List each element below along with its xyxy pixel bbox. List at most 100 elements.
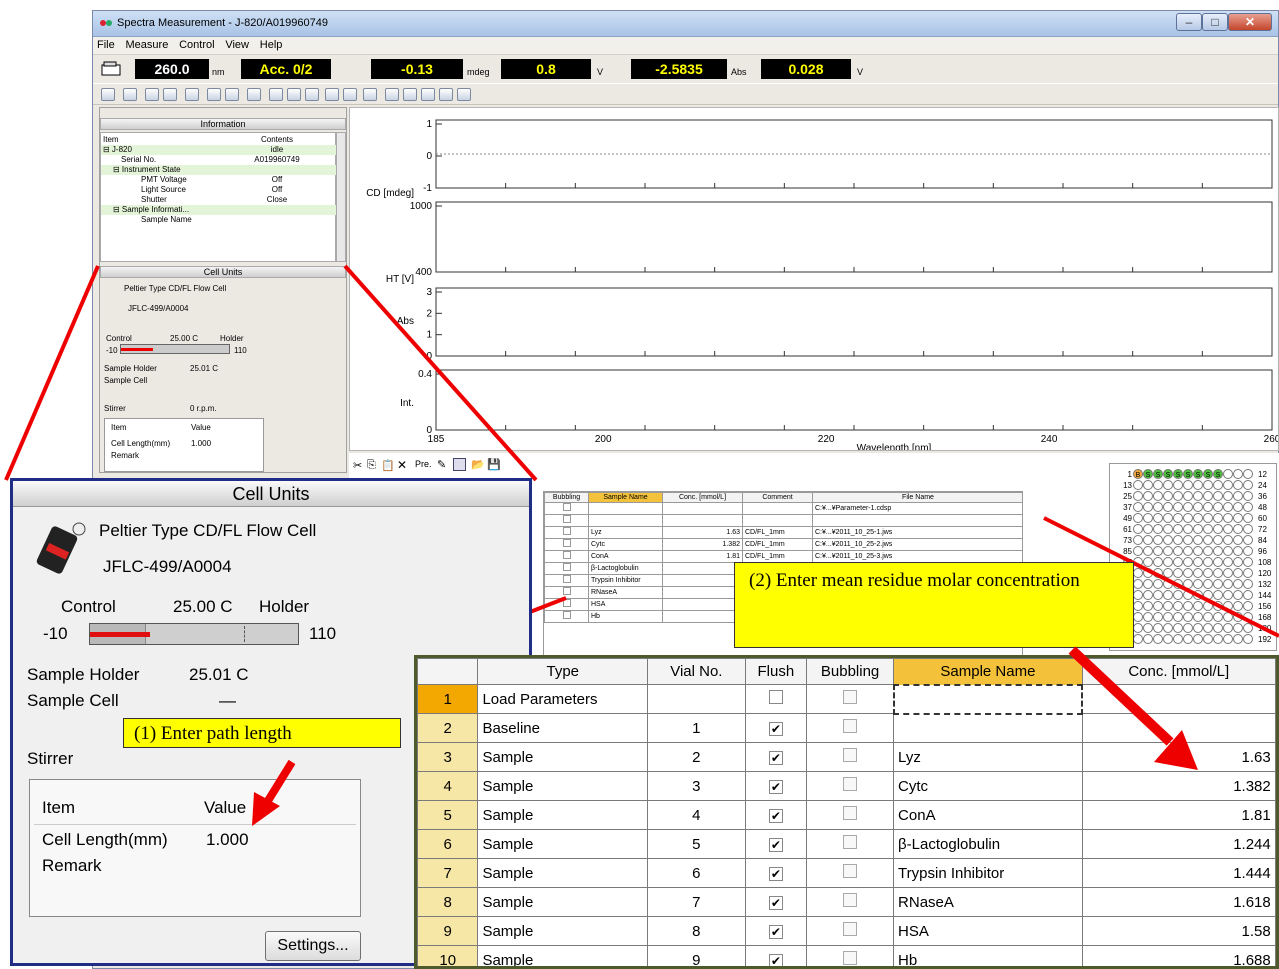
menu-file[interactable]: File	[93, 37, 119, 53]
bubbling-checkbox[interactable]	[843, 719, 858, 733]
bubbling-cell[interactable]	[806, 742, 895, 772]
plate-well[interactable]	[1243, 590, 1253, 600]
sample-name-cell[interactable]: RNaseA	[588, 586, 663, 599]
plate-well[interactable]	[1213, 491, 1223, 501]
baseline-icon[interactable]	[225, 88, 239, 101]
col-conc-big[interactable]: Conc. [mmol/L]	[1081, 658, 1276, 685]
flush-checkbox[interactable]: ✔	[768, 837, 783, 852]
bubbling-cell[interactable]	[806, 887, 895, 917]
plate-well[interactable]	[1223, 535, 1233, 545]
plate-well[interactable]	[1183, 480, 1193, 490]
plate-well[interactable]	[1133, 568, 1143, 578]
plate-well[interactable]	[1213, 557, 1223, 567]
plate-well[interactable]	[1183, 524, 1193, 534]
bubbling-cell[interactable]	[806, 916, 895, 946]
col-comment[interactable]: Comment	[742, 492, 813, 503]
plate-well[interactable]	[1163, 557, 1173, 567]
grid-icon[interactable]	[421, 88, 435, 101]
flush-cell[interactable]: ✔	[744, 713, 808, 743]
plate-well[interactable]	[1173, 491, 1183, 501]
plate-well[interactable]	[1223, 634, 1233, 644]
plate-well[interactable]	[1173, 612, 1183, 622]
plate-well[interactable]	[1173, 590, 1183, 600]
plate-well[interactable]	[1223, 513, 1233, 523]
plate-well[interactable]	[1163, 601, 1173, 611]
plate-well[interactable]	[1143, 590, 1153, 600]
sample-name-cell[interactable]	[588, 502, 663, 515]
conc-cell[interactable]	[662, 586, 743, 599]
plate-well[interactable]	[1163, 535, 1173, 545]
plate-well[interactable]	[1223, 612, 1233, 622]
bubbling-cell[interactable]	[806, 800, 895, 830]
bubbling-cell[interactable]	[544, 526, 589, 539]
plate-well[interactable]	[1143, 579, 1153, 589]
sample-name-cell[interactable]: ConA	[588, 550, 663, 563]
minimize-button[interactable]: –	[1176, 13, 1202, 31]
pen-icon[interactable]	[343, 88, 357, 101]
sample-name-cell[interactable]: Trypsin Inhibitor	[588, 574, 663, 587]
conc-cell[interactable]: 1.63	[1081, 742, 1276, 772]
plate-well[interactable]	[1203, 579, 1213, 589]
plate-well[interactable]	[1153, 601, 1163, 611]
bubbling-checkbox[interactable]	[843, 893, 858, 907]
flush-checkbox[interactable]: ✔	[768, 721, 783, 736]
comment-cell[interactable]: CD/FL_1mm	[742, 526, 813, 539]
plate-well[interactable]	[1193, 546, 1203, 556]
menu-help[interactable]: Help	[256, 37, 287, 53]
conc-cell[interactable]: 1.63	[662, 526, 743, 539]
conc-cell[interactable]: 1.382	[1081, 771, 1276, 801]
flush-checkbox[interactable]: ✔	[768, 779, 783, 794]
plate-well[interactable]	[1213, 634, 1223, 644]
plate-well[interactable]	[1183, 623, 1193, 633]
graph-icon[interactable]	[269, 88, 283, 101]
plate-well[interactable]	[1233, 513, 1243, 523]
plate-well[interactable]	[1243, 469, 1253, 479]
col-type[interactable]: Type	[477, 658, 649, 685]
sample-name-cell[interactable]: ConA	[893, 800, 1083, 830]
plate-well[interactable]	[1183, 513, 1193, 523]
plate-well[interactable]	[1183, 568, 1193, 578]
settings-button[interactable]: Settings...	[265, 931, 361, 961]
comment-cell[interactable]: CD/FL_1mm	[742, 550, 813, 563]
plate-well[interactable]	[1143, 535, 1153, 545]
cell-icon[interactable]	[247, 88, 261, 101]
lamp-icon[interactable]	[305, 88, 319, 101]
bubbling-checkbox[interactable]	[842, 690, 857, 704]
bubbling-cell[interactable]	[806, 945, 895, 966]
vial-cell[interactable]: 8	[647, 916, 746, 946]
sequence-row[interactable]: 7Sample6 ✔ Trypsin Inhibitor1.444C	[417, 858, 1276, 888]
plate-well[interactable]	[1163, 513, 1173, 523]
measure-icon[interactable]	[207, 88, 221, 101]
plate-well[interactable]	[1243, 601, 1253, 611]
plate-well[interactable]	[1213, 502, 1223, 512]
plate-well[interactable]	[1163, 524, 1173, 534]
plate-grid[interactable]: 1 B S S S S S S S S 1213 2425 3637 4849 6061 7273 8485 96…	[1110, 464, 1278, 652]
save-seq-icon[interactable]: 💾	[487, 458, 501, 471]
sequence-row[interactable]: 5Sample4 ✔ ConA1.81C	[417, 800, 1276, 830]
plate-well[interactable]	[1223, 546, 1233, 556]
plate-well[interactable]	[1203, 535, 1213, 545]
plate-well[interactable]	[1193, 513, 1203, 523]
plate-well[interactable]	[1133, 535, 1143, 545]
plate-well[interactable]	[1223, 557, 1233, 567]
bubbling-cell[interactable]	[544, 514, 589, 527]
sample-name-cell[interactable]	[588, 514, 663, 527]
plate-well[interactable]	[1163, 579, 1173, 589]
delete-icon[interactable]: ✕	[397, 458, 407, 472]
plate-well[interactable]	[1143, 634, 1153, 644]
plate-well[interactable]	[1203, 491, 1213, 501]
bubbling-checkbox[interactable]	[562, 575, 571, 583]
paste-icon[interactable]: 📋	[381, 459, 395, 472]
plate-well[interactable]	[1243, 568, 1253, 578]
plate-well[interactable]	[1133, 491, 1143, 501]
flush-checkbox[interactable]	[768, 690, 783, 704]
plate-well[interactable]	[1233, 623, 1243, 633]
plate-well[interactable]	[1153, 590, 1163, 600]
bubbling-cell[interactable]	[806, 771, 895, 801]
plate-well[interactable]	[1193, 502, 1203, 512]
bubbling-cell[interactable]	[806, 684, 895, 714]
close-button[interactable]: ✕	[1228, 13, 1272, 31]
plate-well[interactable]	[1173, 568, 1183, 578]
plate-well[interactable]	[1233, 634, 1243, 644]
flag-icon[interactable]	[403, 88, 417, 101]
